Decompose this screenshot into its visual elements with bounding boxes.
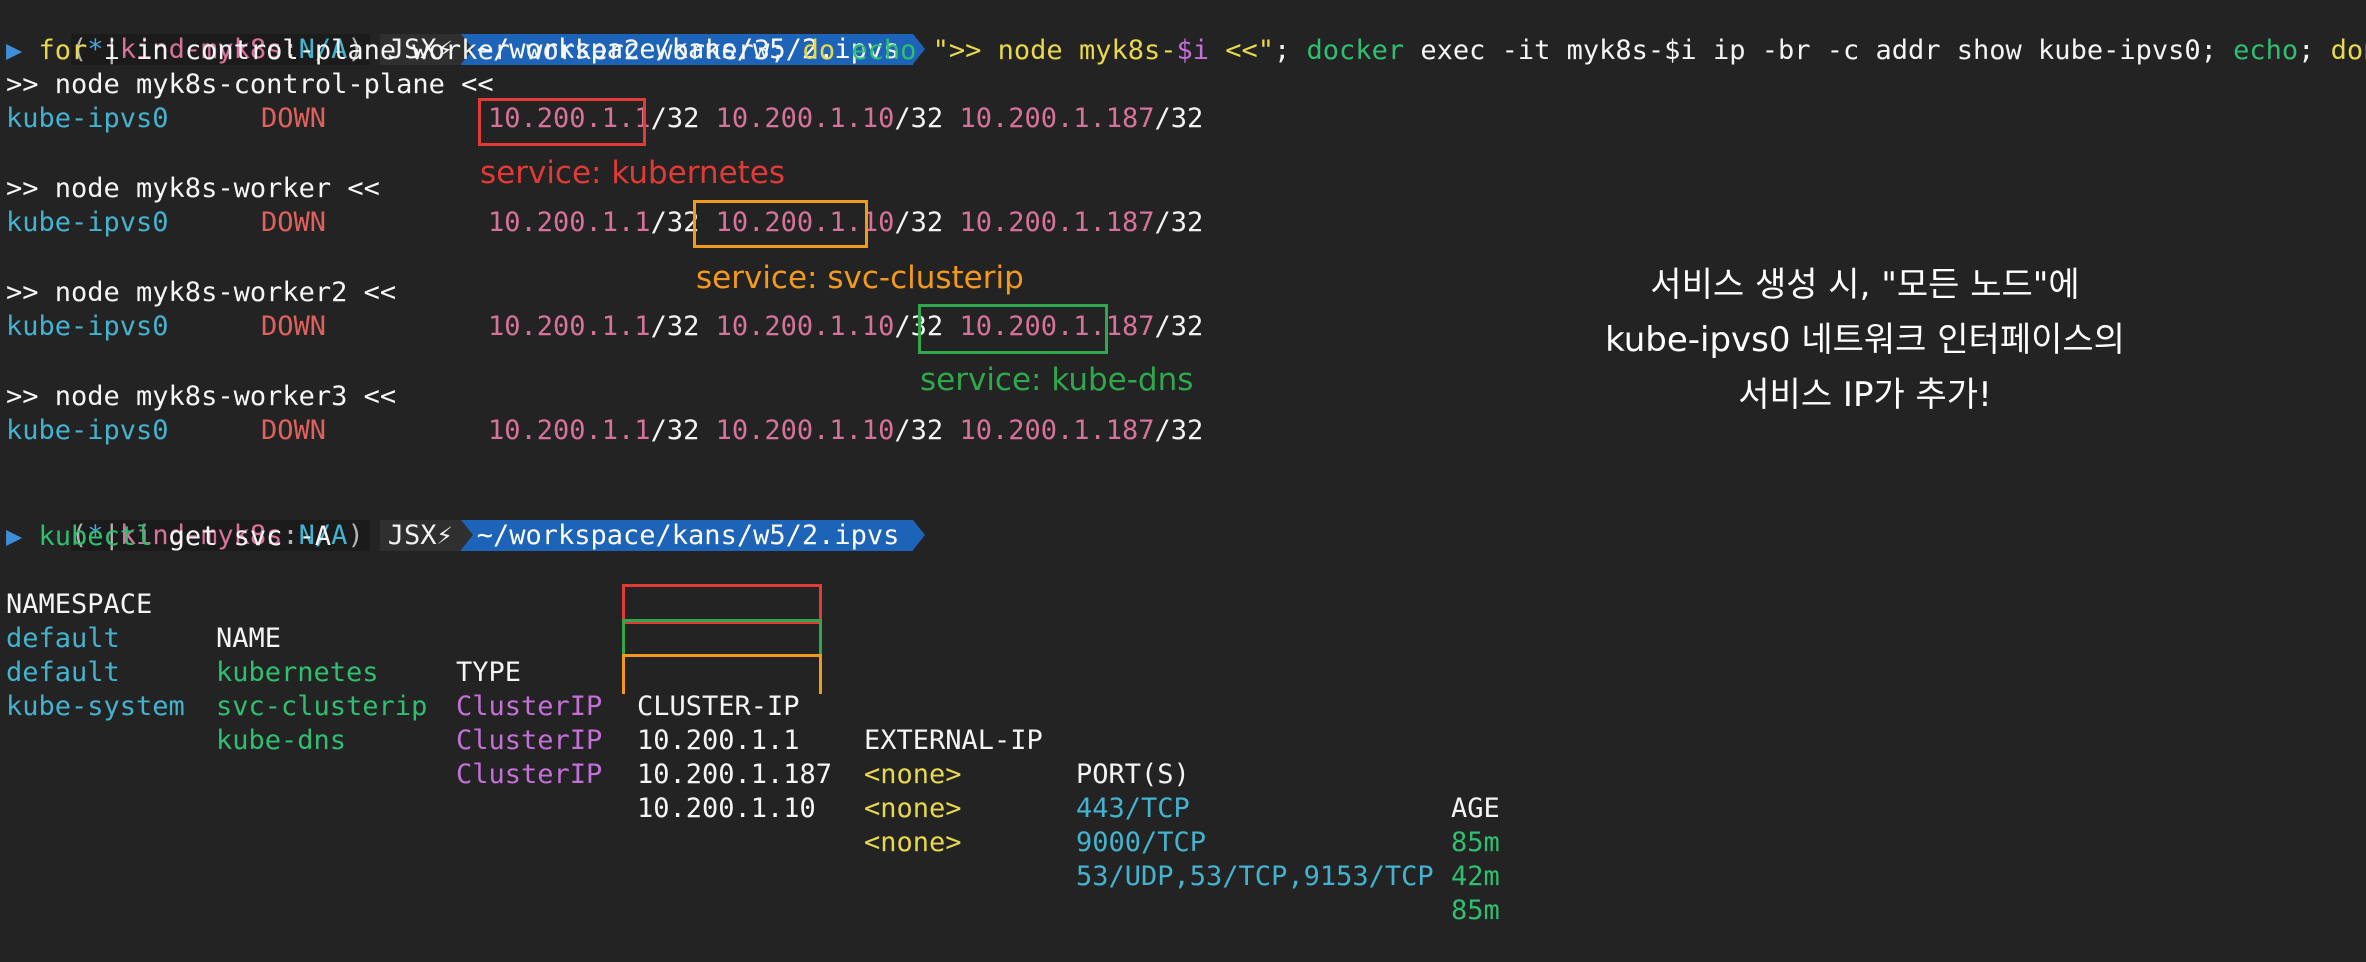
ip-addr-line: kube-ipvs0 DOWN 10.200.1.1/32 10.200.1.10/… bbox=[6, 103, 1204, 134]
table-row: kube-system kube-dns ClusterIP 10.200.1.… bbox=[6, 691, 1500, 926]
ip-addr-line: kube-ipvs0 DOWN 10.200.1.1/32 10.200.1.10/… bbox=[6, 415, 1204, 446]
node-header: >> node myk8s-worker2 << bbox=[6, 277, 397, 308]
prompt-arrow-icon: ▶ bbox=[6, 35, 23, 66]
highlight-box-kubedns-ip bbox=[918, 304, 1108, 354]
iface-state: DOWN bbox=[261, 207, 327, 238]
highlight-box-table-kubernetes bbox=[622, 584, 822, 624]
node-header: >> node myk8s-worker << bbox=[6, 173, 380, 204]
iface-name: kube-ipvs0 bbox=[6, 415, 169, 446]
table-row: default kubernetes ClusterIP 10.200.1.1 … bbox=[6, 623, 1500, 858]
command-line-2: ▶ kubectl get svc -A bbox=[6, 521, 332, 552]
cwd-path-segment: ~/workspace/kans/w5/2.ipvs bbox=[460, 520, 926, 551]
table-row: default svc-clusterip ClusterIP 10.200.1… bbox=[6, 657, 1500, 892]
node-header: >> node myk8s-control-plane << bbox=[6, 69, 494, 100]
highlight-box-table-kube-dns bbox=[622, 654, 822, 694]
iface-state: DOWN bbox=[261, 311, 327, 342]
iface-name: kube-ipvs0 bbox=[6, 207, 169, 238]
iface-name: kube-ipvs0 bbox=[6, 103, 169, 134]
iface-state: DOWN bbox=[261, 415, 327, 446]
annotation-kubernetes: service: kubernetes bbox=[480, 155, 786, 191]
node-header: >> node myk8s-worker3 << bbox=[6, 381, 397, 412]
shell-prompt: (*|kind-myk8s:N/A) JSX⚡ ~/workspace/kans/w… bbox=[6, 486, 926, 551]
terminal-window[interactable]: (*|kind-myk8s:N/A) JSX⚡ ~/workspace/kans/w… bbox=[0, 0, 2366, 926]
prompt-arrow-icon: ▶ bbox=[6, 521, 23, 552]
iface-state: DOWN bbox=[261, 103, 327, 134]
shell-prompt: (*|kind-myk8s:N/A) JSX⚡ ~/workspace/kans/w… bbox=[6, 0, 926, 65]
annotation-kube-dns: service: kube-dns bbox=[920, 362, 1194, 398]
command-line-1: ▶ for i in control-plane worker worker2 … bbox=[6, 35, 2366, 66]
jsx-segment: JSX⚡ bbox=[379, 520, 461, 551]
annotation-svc-clusterip: service: svc-clusterip bbox=[696, 260, 1024, 296]
ip-addr-line: kube-ipvs0 DOWN 10.200.1.1/32 10.200.1.10/… bbox=[6, 207, 1204, 238]
iface-name: kube-ipvs0 bbox=[6, 311, 169, 342]
ip-addr-line: kube-ipvs0 DOWN 10.200.1.1/32 10.200.1.10/… bbox=[6, 311, 1204, 342]
explanation-note: 서비스 생성 시, "모든 노드"에 kube-ipvs0 네트워크 인터페이스… bbox=[1605, 265, 2125, 415]
highlight-box-table-svc-clusterip bbox=[622, 619, 822, 657]
table-header-row: NAMESPACE NAME TYPE CLUSTER-IP EXTERNAL-… bbox=[6, 589, 1500, 824]
highlight-box-clusterip-ip bbox=[693, 200, 868, 248]
highlight-box-kubernetes-ip bbox=[478, 98, 646, 146]
